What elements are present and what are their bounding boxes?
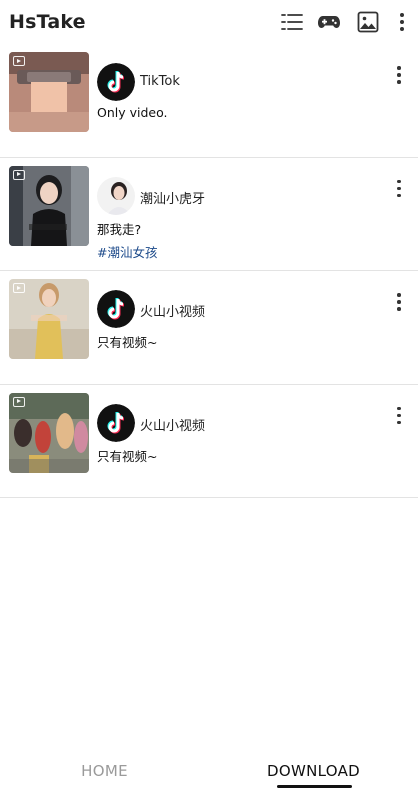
video-icon [13, 56, 25, 66]
video-thumbnail[interactable] [9, 392, 89, 473]
author-name: TikTok [140, 74, 180, 89]
video-description: 只有视频~ [97, 335, 158, 350]
bottom-nav: HOME DOWNLOAD [0, 750, 418, 801]
video-thumbnail[interactable] [9, 165, 89, 246]
list-item[interactable]: 火山小视频 只有视频~ [0, 271, 418, 385]
user-avatar [97, 176, 135, 215]
video-icon [13, 283, 25, 293]
video-thumbnail[interactable] [9, 279, 89, 359]
tab-indicator [277, 785, 352, 788]
tab-home[interactable]: HOME [0, 762, 209, 780]
video-description: 只有视频~ [97, 448, 158, 464]
video-list: TikTok Only video. 潮汕小虎牙 那我走? #潮汕女孩 火山小视… [0, 44, 418, 498]
list-icon[interactable] [280, 10, 304, 34]
video-icon [13, 396, 25, 407]
more-vert-icon[interactable] [390, 10, 406, 34]
video-description: 那我走? [97, 221, 142, 237]
gamepad-icon[interactable] [317, 10, 341, 34]
video-icon [13, 169, 25, 180]
video-description: Only video. [97, 105, 168, 120]
app-bar: HsTake [0, 0, 418, 44]
video-thumbnail[interactable] [9, 52, 89, 132]
tab-download[interactable]: DOWNLOAD [209, 762, 418, 780]
list-item[interactable]: TikTok Only video. [0, 44, 418, 158]
author-name: 火山小视频 [140, 418, 206, 434]
tiktok-logo-icon [97, 290, 135, 328]
image-icon[interactable] [356, 10, 380, 34]
more-vert-icon[interactable] [392, 405, 406, 427]
author-name: 潮汕小虎牙 [140, 191, 206, 207]
list-item[interactable]: 火山小视频 只有视频~ [0, 385, 418, 498]
more-vert-icon[interactable] [392, 64, 406, 86]
author-name: 火山小视频 [140, 305, 206, 320]
app-title: HsTake [9, 11, 86, 33]
list-item[interactable]: 潮汕小虎牙 那我走? #潮汕女孩 [0, 158, 418, 271]
more-vert-icon[interactable] [392, 178, 406, 200]
tiktok-logo-icon [97, 63, 135, 101]
hashtag-link[interactable]: #潮汕女孩 [97, 242, 157, 261]
tiktok-logo-icon [97, 403, 135, 442]
more-vert-icon[interactable] [392, 291, 406, 313]
